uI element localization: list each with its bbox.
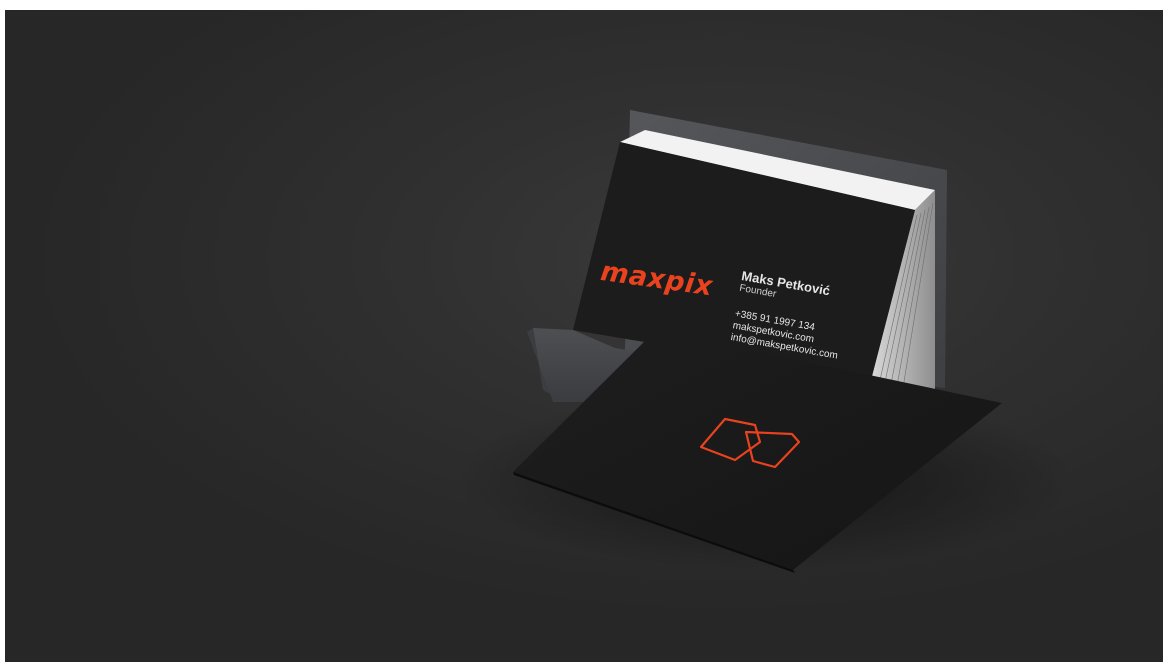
- business-card-mockup-photo: maxpix Maks Petković Founder +385 91 199…: [5, 10, 1163, 662]
- photo-frame: maxpix Maks Petković Founder +385 91 199…: [0, 0, 1167, 667]
- mockup-illustration: [455, 110, 1075, 573]
